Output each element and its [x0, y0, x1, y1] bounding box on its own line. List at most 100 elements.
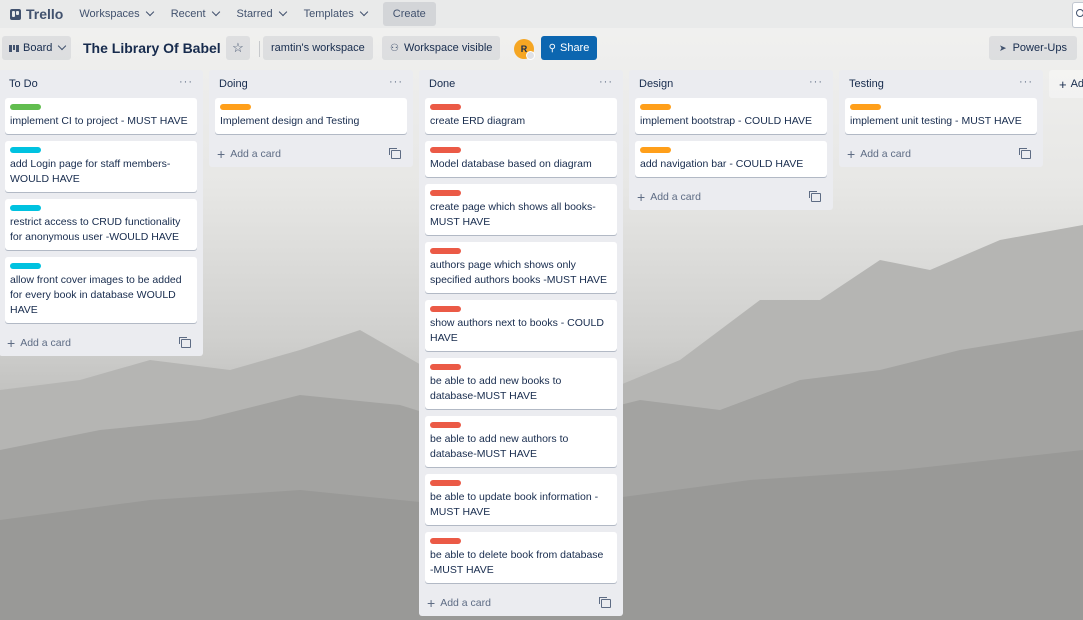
app-name: Trello [26, 6, 64, 22]
add-card-button[interactable]: + Add a card [635, 184, 827, 210]
card-label[interactable] [430, 248, 461, 254]
share-label: Share [559, 42, 590, 54]
card-title: implement CI to project - MUST HAVE [10, 115, 188, 127]
card-label[interactable] [430, 306, 461, 312]
starred-menu[interactable]: Starred [229, 2, 294, 26]
board-title[interactable]: The Library Of Babel [83, 40, 221, 56]
avatar[interactable]: R [514, 39, 535, 60]
list-menu-icon[interactable]: ··· [389, 76, 403, 88]
trello-logo[interactable]: Trello [10, 6, 63, 22]
card[interactable]: be able to update book information - MUS… [425, 474, 617, 525]
add-list-button[interactable]: + Ad [1049, 70, 1083, 98]
header-divider [259, 41, 260, 57]
add-card-label: Add a card [860, 148, 911, 160]
list-title[interactable]: To Do [9, 78, 38, 90]
list-header: Design ··· [629, 70, 833, 98]
card-template-icon[interactable] [809, 191, 821, 202]
card-label[interactable] [850, 104, 881, 110]
card-label[interactable] [10, 205, 41, 211]
list-menu-icon[interactable]: ··· [599, 76, 613, 88]
plus-icon: + [217, 146, 226, 162]
card-label[interactable] [430, 104, 461, 110]
list-title[interactable]: Doing [219, 78, 248, 90]
list-header: Doing ··· [209, 70, 413, 98]
card-label[interactable] [430, 364, 461, 370]
card[interactable]: create ERD diagram [425, 98, 617, 134]
list-menu-icon[interactable]: ··· [1019, 76, 1033, 88]
plus-icon: + [427, 595, 436, 611]
templates-menu[interactable]: Templates [296, 2, 375, 26]
card-title: create ERD diagram [430, 115, 526, 127]
card-label[interactable] [430, 147, 461, 153]
card[interactable]: be able to add new books to database-MUS… [425, 358, 617, 409]
card-label[interactable] [220, 104, 251, 110]
card-label[interactable] [430, 190, 461, 196]
list-title[interactable]: Testing [849, 78, 884, 90]
add-card-button[interactable]: + Add a card [425, 590, 617, 616]
workspace-button[interactable]: ramtin's workspace [263, 36, 373, 60]
card-label[interactable] [640, 104, 671, 110]
star-icon: ☆ [232, 40, 244, 55]
card[interactable]: Implement design and Testing [215, 98, 407, 134]
card-title: authors page which shows only specified … [430, 259, 608, 286]
list-design: Design ··· implement bootstrap - COULD H… [629, 70, 833, 210]
board-view-switcher[interactable]: Board [2, 36, 71, 60]
add-card-button[interactable]: + Add a card [845, 141, 1037, 167]
chevron-down-icon [278, 7, 287, 17]
list-title[interactable]: Design [639, 78, 673, 90]
power-ups-button[interactable]: ➤ Power-Ups [989, 36, 1077, 60]
card[interactable]: allow front cover images to be added for… [5, 257, 197, 323]
card[interactable]: be able to add new authors to database-M… [425, 416, 617, 467]
card[interactable]: show authors next to books - COULD HAVE [425, 300, 617, 351]
add-card-button[interactable]: + Add a card [5, 330, 197, 356]
card[interactable]: implement bootstrap - COULD HAVE [635, 98, 827, 134]
star-board-button[interactable]: ☆ [226, 36, 250, 60]
add-card-label: Add a card [230, 148, 281, 160]
add-list-label: Ad [1070, 78, 1083, 90]
card[interactable]: restrict access to CRUD functionality fo… [5, 199, 197, 250]
share-button[interactable]: ⚲ Share [541, 36, 597, 60]
workspaces-menu[interactable]: Workspaces [71, 2, 160, 26]
card-title: show authors next to books - COULD HAVE [430, 317, 604, 344]
chevron-down-icon [145, 7, 154, 17]
card[interactable]: add Login page for staff members- WOULD … [5, 141, 197, 192]
card[interactable]: implement unit testing - MUST HAVE [845, 98, 1037, 134]
card[interactable]: be able to delete book from database -MU… [425, 532, 617, 583]
list-title[interactable]: Done [429, 78, 455, 90]
card-label[interactable] [10, 263, 41, 269]
top-navigation: Trello Workspaces Recent Starred Templat… [0, 0, 1083, 28]
card-title: be able to add new authors to database-M… [430, 433, 569, 460]
chevron-down-icon [211, 7, 220, 17]
card[interactable]: create page which shows all books- MUST … [425, 184, 617, 235]
card-label[interactable] [430, 480, 461, 486]
card-template-icon[interactable] [389, 148, 401, 159]
add-card-label: Add a card [20, 337, 71, 349]
card[interactable]: add navigation bar - COULD HAVE [635, 141, 827, 177]
card-label[interactable] [430, 422, 461, 428]
visibility-button[interactable]: ⚇ Workspace visible [382, 36, 501, 60]
card-label[interactable] [640, 147, 671, 153]
card[interactable]: implement CI to project - MUST HAVE [5, 98, 197, 134]
card-label[interactable] [10, 147, 41, 153]
create-button[interactable]: Create [382, 2, 436, 26]
card-template-icon[interactable] [179, 337, 191, 348]
list-to-do: To Do ··· implement CI to project - MUST… [0, 70, 203, 356]
search-icon[interactable] [1072, 2, 1083, 28]
chevron-down-icon [359, 7, 369, 17]
card-title: be able to add new books to database-MUS… [430, 375, 562, 402]
card-label[interactable] [10, 104, 41, 110]
templates-label: Templates [303, 8, 354, 20]
add-card-button[interactable]: + Add a card [215, 141, 407, 167]
list-menu-icon[interactable]: ··· [179, 76, 193, 88]
plus-icon: + [637, 189, 646, 205]
card-template-icon[interactable] [1019, 148, 1031, 159]
card[interactable]: Model database based on diagram [425, 141, 617, 177]
card-template-icon[interactable] [599, 597, 611, 608]
card[interactable]: authors page which shows only specified … [425, 242, 617, 293]
card-label[interactable] [430, 538, 461, 544]
list-menu-icon[interactable]: ··· [809, 76, 823, 88]
trello-logo-icon [10, 8, 21, 20]
card-title: implement bootstrap - COULD HAVE [640, 115, 812, 127]
card-title: be able to update book information - MUS… [430, 491, 599, 518]
recent-menu[interactable]: Recent [163, 2, 227, 26]
